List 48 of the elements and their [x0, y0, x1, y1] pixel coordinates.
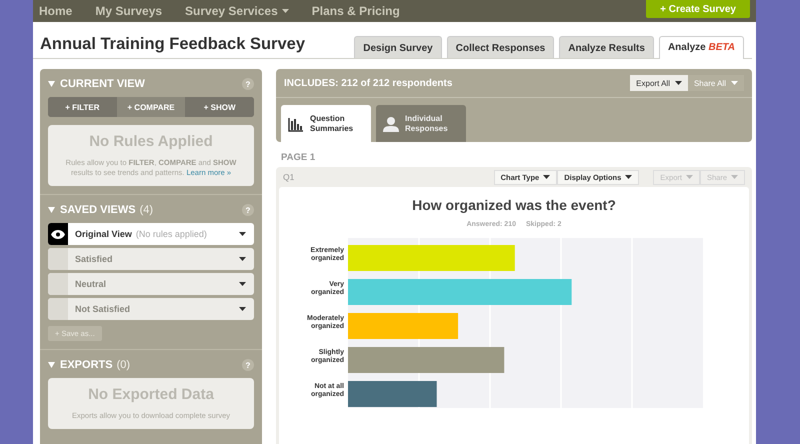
caret-icon — [239, 257, 246, 262]
question-title: How organized was the event? — [411, 197, 617, 213]
bar-chart-icon — [288, 116, 304, 132]
caret-icon — [543, 175, 550, 179]
export-count: (0) — [116, 359, 130, 372]
empty-title: No Exported Data — [87, 386, 215, 404]
nav-link[interactable]: Survey Services — [185, 4, 302, 18]
help-icon[interactable]: ? — [242, 78, 254, 90]
nav-link[interactable]: My Surveys — [95, 4, 176, 18]
tab[interactable]: Design Survey — [354, 36, 442, 58]
caret-icon — [239, 282, 246, 286]
saved-view-item[interactable]: Original View (No rules applied) — [48, 223, 254, 246]
saved-view-item[interactable]: Neutral — [48, 273, 254, 296]
nav-link[interactable]: Home — [39, 4, 86, 18]
page-label: PAGE 1 — [281, 152, 316, 163]
caret-icon — [239, 307, 246, 312]
caret-icon — [686, 175, 693, 179]
section-title: CURRENT VIEW — [60, 78, 145, 90]
rule-button[interactable]: + COMPARE — [116, 97, 186, 117]
help-icon[interactable]: ? — [242, 204, 254, 216]
tab[interactable]: Analyze BETA — [658, 36, 744, 59]
view-tab[interactable]: Question Summaries — [281, 105, 371, 142]
collapse-triangle-icon[interactable] — [48, 207, 55, 214]
create-survey-button[interactable]: + Create Survey — [646, 0, 750, 18]
view-tab[interactable]: Individual Responses — [376, 105, 466, 142]
section-title: SAVED VIEWS — [60, 204, 136, 216]
tab[interactable]: Collect Responses — [446, 36, 554, 58]
saved-view-item[interactable]: Satisfied — [48, 248, 254, 270]
person-icon — [383, 116, 399, 132]
question-number: Q1 — [283, 172, 294, 182]
caret-icon — [731, 175, 738, 179]
eye-icon — [51, 230, 65, 239]
collapse-triangle-icon[interactable] — [48, 81, 55, 87]
survey-title: Annual Training Feedback Survey — [40, 35, 305, 54]
collapse-triangle-icon[interactable] — [48, 362, 55, 368]
caret-icon — [731, 81, 738, 85]
help-icon[interactable]: ? — [242, 359, 254, 372]
caret-icon — [239, 232, 246, 236]
respondents-count: INCLUDES: 212 of 212 respondents — [284, 78, 452, 88]
caret-icon — [625, 175, 632, 179]
action-button[interactable]: Export All — [630, 75, 688, 91]
tab[interactable]: Analyze Results — [559, 36, 654, 58]
empty-title: No Rules Applied — [88, 133, 214, 150]
caret-icon — [674, 81, 682, 85]
saved-view-item[interactable]: Not Satisfied — [48, 298, 254, 320]
nav-link[interactable]: Plans & Pricing — [312, 4, 413, 18]
section-title: EXPORTS — [60, 359, 113, 372]
view-count: (4) — [140, 204, 154, 216]
